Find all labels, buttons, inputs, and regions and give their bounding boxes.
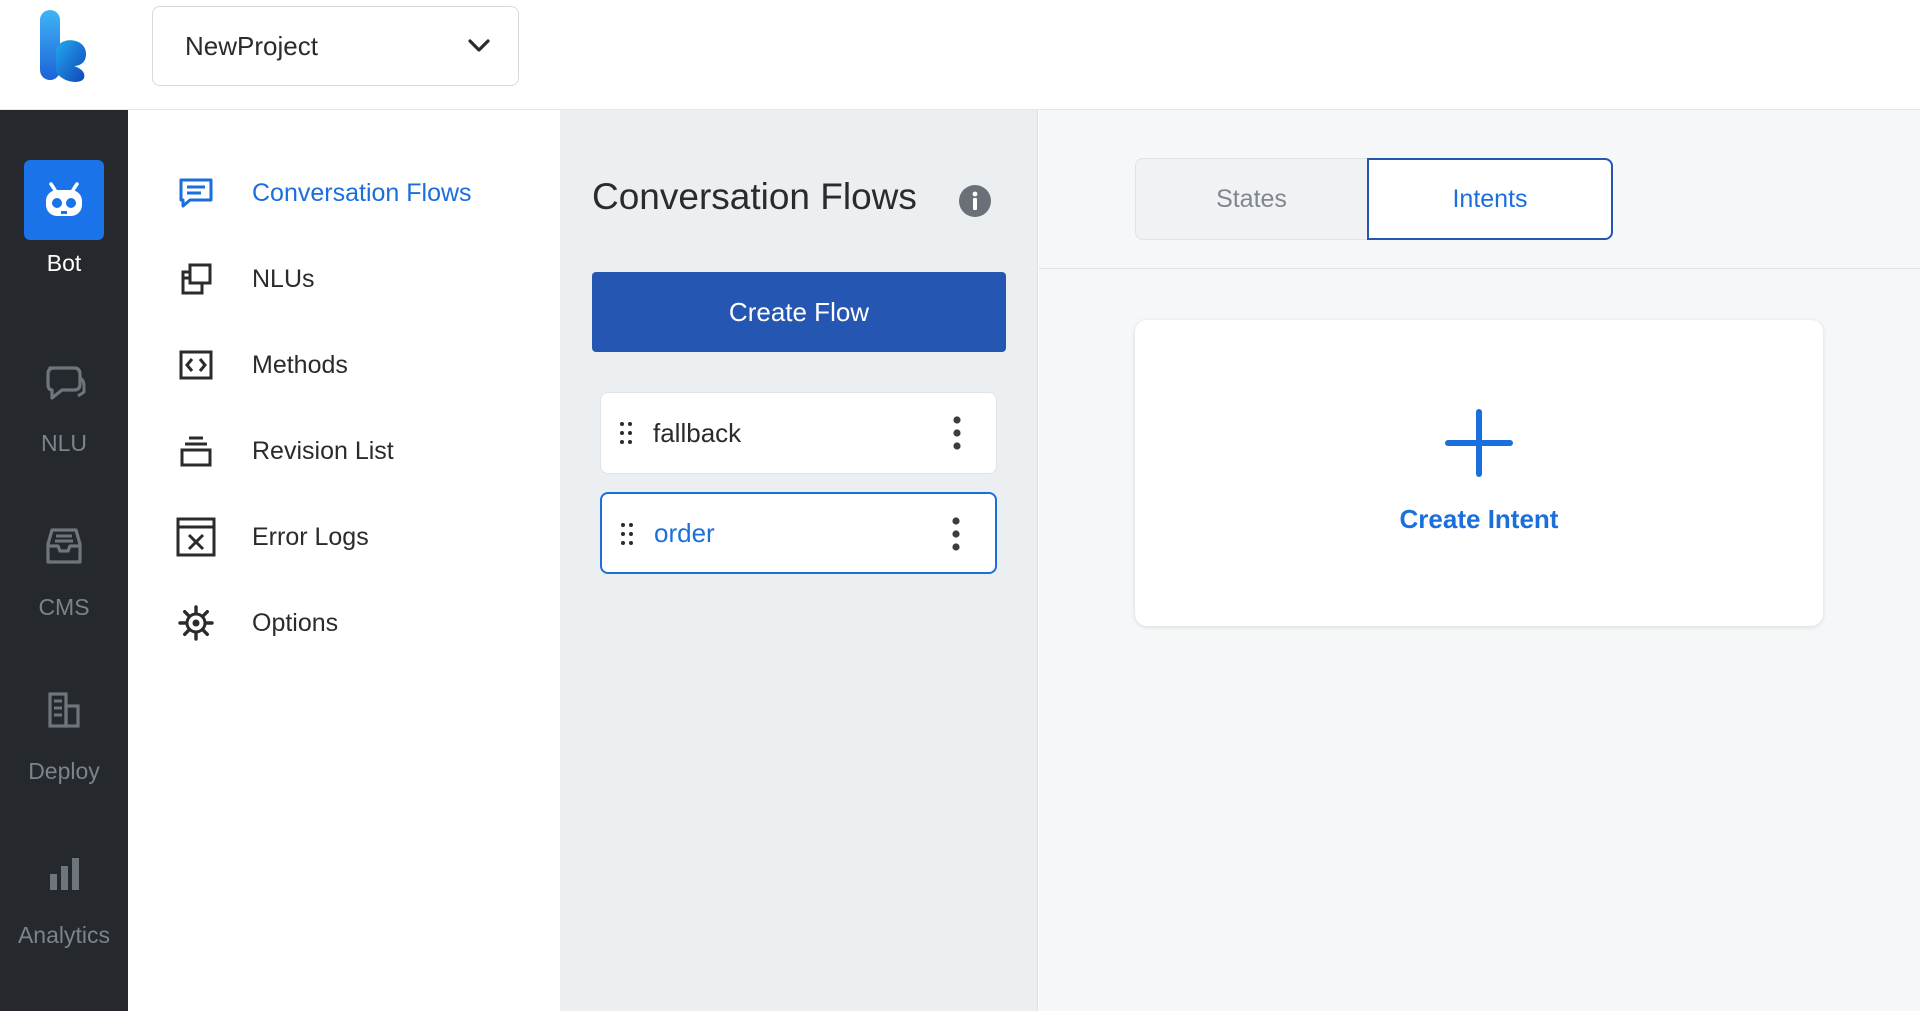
rail-icon-box xyxy=(24,670,104,750)
subnav-item-conversation-flows[interactable]: Conversation Flows xyxy=(176,168,472,218)
chevron-down-icon xyxy=(468,39,490,52)
subnav-label: Error Logs xyxy=(252,522,369,551)
top-header: NewProject xyxy=(0,0,1920,110)
rail-label: Bot xyxy=(46,250,82,276)
rail-icon-box xyxy=(24,160,104,240)
rail-label: Analytics xyxy=(17,922,111,948)
flow-item-fallback[interactable]: fallback xyxy=(600,392,997,474)
rail-label: Deploy xyxy=(28,758,100,784)
info-icon[interactable] xyxy=(958,184,992,218)
chat-bubbles-icon xyxy=(46,366,86,400)
plus-icon xyxy=(1445,409,1513,477)
flows-title: Conversation Flows xyxy=(592,176,917,217)
message-square-icon xyxy=(176,173,216,213)
subnav-item-nlus[interactable]: NLUs xyxy=(176,254,315,304)
subnav-item-error-logs[interactable]: Error Logs xyxy=(176,512,369,562)
subnav-item-methods[interactable]: Methods xyxy=(176,340,348,390)
tab-intents[interactable]: Intents xyxy=(1367,158,1613,240)
rail-item-analytics[interactable]: Analytics xyxy=(0,834,128,964)
more-vertical-icon[interactable] xyxy=(951,516,961,552)
rail-item-nlu[interactable]: NLU xyxy=(0,342,128,472)
flow-detail-panel: States Intents Create Intent xyxy=(1039,110,1920,1011)
subnav-label: NLUs xyxy=(252,264,315,293)
drag-handle-icon[interactable] xyxy=(619,421,633,445)
rail-icon-box xyxy=(24,342,104,422)
stacked-windows-icon xyxy=(176,259,216,299)
subnav-item-revision-list[interactable]: Revision List xyxy=(176,426,394,476)
flow-item-order[interactable]: order xyxy=(600,492,997,574)
layers-icon xyxy=(176,431,216,471)
create-flow-button[interactable]: Create Flow xyxy=(592,272,1006,352)
building-icon xyxy=(48,692,80,728)
subnav-item-options[interactable]: Options xyxy=(176,598,338,648)
error-window-icon xyxy=(176,517,216,557)
rail-item-deploy[interactable]: Deploy xyxy=(0,670,128,800)
create-intent-label: Create Intent xyxy=(1399,504,1559,534)
more-vertical-icon[interactable] xyxy=(952,415,962,451)
flow-name: fallback xyxy=(653,417,742,448)
bar-chart-icon xyxy=(50,858,79,890)
subnav-label: Methods xyxy=(252,350,348,379)
rail-icon-box xyxy=(24,506,104,586)
main-rail: Bot NLU CMS Deploy Analytics xyxy=(0,110,128,1011)
drag-handle-icon[interactable] xyxy=(620,522,634,546)
subnav-label: Options xyxy=(252,608,339,637)
flow-name: order xyxy=(654,517,715,548)
rail-label: CMS xyxy=(38,594,90,620)
code-brackets-icon xyxy=(176,345,216,385)
project-name: NewProject xyxy=(185,30,318,61)
rail-item-bot[interactable]: Bot xyxy=(0,160,128,290)
detail-tabs: States Intents xyxy=(1135,158,1613,240)
gear-icon xyxy=(176,603,216,643)
subnav-label: Revision List xyxy=(252,436,394,465)
tab-states[interactable]: States xyxy=(1135,158,1367,240)
robot-icon xyxy=(46,182,82,216)
subnav-label: Conversation Flows xyxy=(252,178,472,207)
project-selector[interactable]: NewProject xyxy=(152,6,519,86)
rail-item-cms[interactable]: CMS xyxy=(0,506,128,636)
rail-label: NLU xyxy=(40,430,87,456)
flows-panel: Conversation Flows Create Flow fallback … xyxy=(560,110,1038,1011)
tab-divider xyxy=(1039,268,1920,269)
bot-subnav: Conversation Flows NLUs Methods Revision… xyxy=(128,110,560,1011)
logo-icon[interactable] xyxy=(34,8,94,84)
inbox-icon xyxy=(46,528,82,564)
rail-icon-box xyxy=(24,834,104,914)
create-intent-card[interactable]: Create Intent xyxy=(1135,320,1823,626)
